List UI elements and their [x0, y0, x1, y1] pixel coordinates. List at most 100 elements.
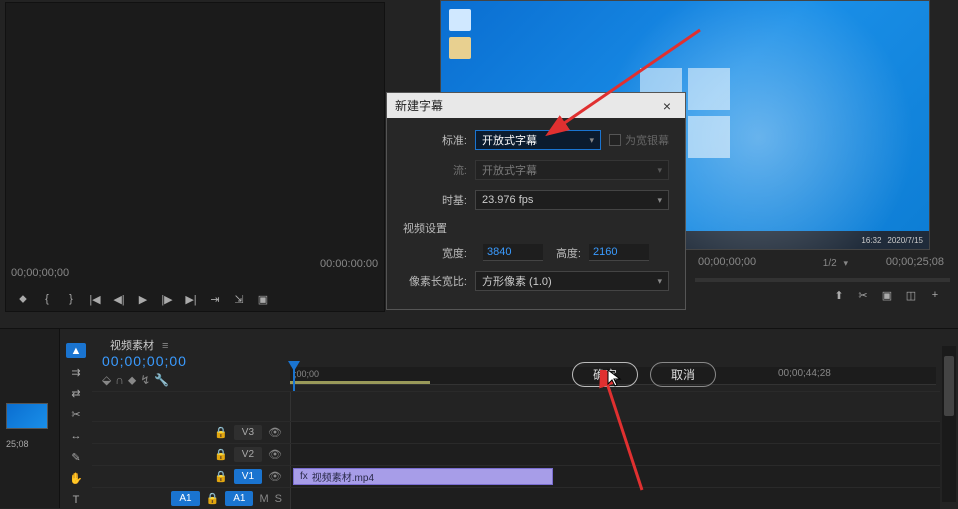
dialog-title-text: 新建字幕 [395, 97, 443, 114]
program-playback-bar[interactable] [695, 278, 950, 282]
source-timecode-left: 00;00;00;00 [11, 267, 69, 279]
track-toggle-output-icon[interactable]: 👁 [268, 426, 282, 439]
width-input[interactable] [483, 244, 543, 261]
desktop-shortcut-icon [449, 37, 471, 59]
razor-tool-icon[interactable]: ✂ [66, 407, 86, 422]
timeline-tracks: 🔒 V3 👁 🔒 V2 👁 🔒 V1 👁 [92, 391, 940, 500]
vertical-scrollbar[interactable] [942, 346, 956, 502]
widescreen-label: 为宽银幕 [625, 132, 669, 148]
cancel-button[interactable]: 取消 [650, 362, 716, 387]
height-label: 高度: [551, 245, 581, 261]
tool-palette: ▲ ⇉ ⇄ ✂ ↔ ✎ ✋ T [62, 329, 90, 508]
export-frame-icon[interactable]: ▣ [880, 288, 894, 302]
track-v1: 🔒 V1 👁 fx 视频素材.mp4 [92, 465, 940, 487]
timebase-dropdown[interactable]: 23.976 fps▾ [475, 190, 669, 210]
program-transport-controls: ⬆ ✂ ▣ ◫ + [832, 288, 942, 302]
dialog-titlebar: 新建字幕 × [387, 93, 685, 118]
pixel-aspect-dropdown[interactable]: 方形像素 (1.0)▾ [475, 271, 669, 291]
program-duration-timecode: 00;00;25;08 [886, 256, 944, 268]
height-input[interactable] [589, 244, 649, 261]
lift-icon[interactable]: ⬆ [832, 288, 846, 302]
taskbar-date: 2020/7/15 [887, 236, 923, 245]
program-current-timecode[interactable]: 00;00;00;00 [698, 256, 756, 268]
track-select-tool-icon[interactable]: ⇉ [66, 364, 86, 379]
ruler-tick-0: ;00;00 [294, 369, 319, 379]
snap-icon[interactable]: ⬙ [102, 373, 111, 388]
settings-icon[interactable]: ↯ [140, 373, 150, 388]
stream-dropdown: 开放式字幕▾ [475, 160, 669, 180]
ripple-edit-tool-icon[interactable]: ⇄ [66, 386, 86, 401]
track-a1-body[interactable] [290, 488, 940, 509]
timebase-label: 时基: [403, 192, 467, 208]
track-header-spacer [92, 391, 940, 421]
add-marker-icon[interactable]: ⬥ [16, 292, 30, 306]
track-toggle-output-icon[interactable]: 👁 [268, 470, 282, 483]
timeline-panel: 视频素材 00;00;00;00 ⬙ ∩ ⬥ ↯ 🔧 ;00;00 🔒 V3 👁 [92, 329, 940, 508]
step-back-icon[interactable]: ◀| [112, 292, 126, 306]
hand-tool-icon[interactable]: ✋ [66, 471, 86, 486]
track-solo-icon[interactable]: S [275, 493, 282, 505]
program-zoom-dropdown[interactable]: 1/2 ▾ [823, 258, 848, 269]
step-forward-icon[interactable]: |▶ [160, 292, 174, 306]
taskbar-time: 16:32 [861, 236, 881, 245]
selection-tool-icon[interactable]: ▲ [66, 343, 86, 358]
track-a1-source-label[interactable]: A1 [171, 491, 199, 506]
go-to-in-icon[interactable]: |◀ [88, 292, 102, 306]
marker-icon[interactable]: ⬥ [128, 373, 136, 388]
pen-tool-icon[interactable]: ✎ [66, 450, 86, 465]
new-caption-dialog: 新建字幕 × 标准: 开放式字幕▾ 为宽银幕 流: 开放式字幕▾ 时基: 23.… [386, 92, 686, 310]
mark-in-icon[interactable]: { [40, 292, 54, 306]
button-editor-icon[interactable]: + [928, 288, 942, 302]
fx-badge-icon: fx [300, 471, 308, 482]
video-clip[interactable]: fx 视频素材.mp4 [293, 468, 553, 485]
track-a1-label[interactable]: A1 [225, 491, 253, 506]
extract-icon[interactable]: ✂ [856, 288, 870, 302]
timeline-display-settings: ⬙ ∩ ⬥ ↯ 🔧 [102, 373, 169, 388]
project-bin-thumbnail[interactable] [6, 403, 48, 429]
project-panel: 25;08 [0, 329, 60, 508]
track-v1-label[interactable]: V1 [234, 469, 262, 484]
track-lock-icon[interactable]: 🔒 [214, 448, 228, 461]
timeline-playhead-timecode[interactable]: 00;00;00;00 [102, 353, 187, 369]
work-area-bar[interactable] [290, 381, 430, 384]
type-tool-icon[interactable]: T [66, 493, 86, 508]
track-v3: 🔒 V3 👁 [92, 421, 940, 443]
track-mute-icon[interactable]: M [259, 493, 268, 505]
dialog-close-button[interactable]: × [657, 98, 677, 114]
widescreen-checkbox[interactable] [609, 134, 621, 146]
track-lock-icon[interactable]: 🔒 [214, 470, 228, 483]
overwrite-icon[interactable]: ⇲ [232, 292, 246, 306]
standard-label: 标准: [403, 132, 467, 148]
video-settings-label: 视频设置 [403, 220, 669, 236]
ok-button[interactable]: 确定 [572, 362, 638, 387]
track-v2-label[interactable]: V2 [234, 447, 262, 462]
pixel-aspect-label: 像素长宽比: [403, 273, 467, 289]
comparison-view-icon[interactable]: ◫ [904, 288, 918, 302]
sequence-tab[interactable]: 视频素材 [100, 335, 178, 355]
track-v3-body[interactable] [290, 422, 940, 443]
track-v2-body[interactable] [290, 444, 940, 465]
scrollbar-thumb[interactable] [944, 356, 954, 416]
desktop-recycle-bin-icon [449, 9, 471, 31]
track-a1: A1 🔒 A1 M S [92, 487, 940, 509]
track-lock-icon[interactable]: 🔒 [214, 426, 228, 439]
play-icon[interactable]: ▶ [136, 292, 150, 306]
slip-tool-icon[interactable]: ↔ [66, 429, 86, 444]
track-lock-icon[interactable]: 🔒 [206, 492, 220, 505]
source-transport-controls: ⬥ { } |◀ ◀| ▶ |▶ ▶| ⇥ ⇲ ▣ [16, 292, 270, 306]
go-to-out-icon[interactable]: ▶| [184, 292, 198, 306]
track-v1-body[interactable]: fx 视频素材.mp4 [290, 466, 940, 487]
linked-selection-icon[interactable]: ∩ [115, 373, 124, 388]
timeline-area: 25;08 ▲ ⇉ ⇄ ✂ ↔ ✎ ✋ T 视频素材 00;00;00;00 ⬙… [0, 328, 958, 508]
wrench-icon[interactable]: 🔧 [154, 373, 169, 388]
insert-icon[interactable]: ⇥ [208, 292, 222, 306]
track-v3-label[interactable]: V3 [234, 425, 262, 440]
mark-out-icon[interactable]: } [64, 292, 78, 306]
clip-name: 视频素材.mp4 [312, 469, 374, 484]
track-toggle-output-icon[interactable]: 👁 [268, 448, 282, 461]
project-clip-duration: 25;08 [6, 439, 29, 449]
export-frame-icon[interactable]: ▣ [256, 292, 270, 306]
standard-dropdown[interactable]: 开放式字幕▾ [475, 130, 601, 150]
secondary-timeline-ruler[interactable]: 00;00;44;28 [728, 368, 938, 384]
width-label: 宽度: [403, 245, 467, 261]
